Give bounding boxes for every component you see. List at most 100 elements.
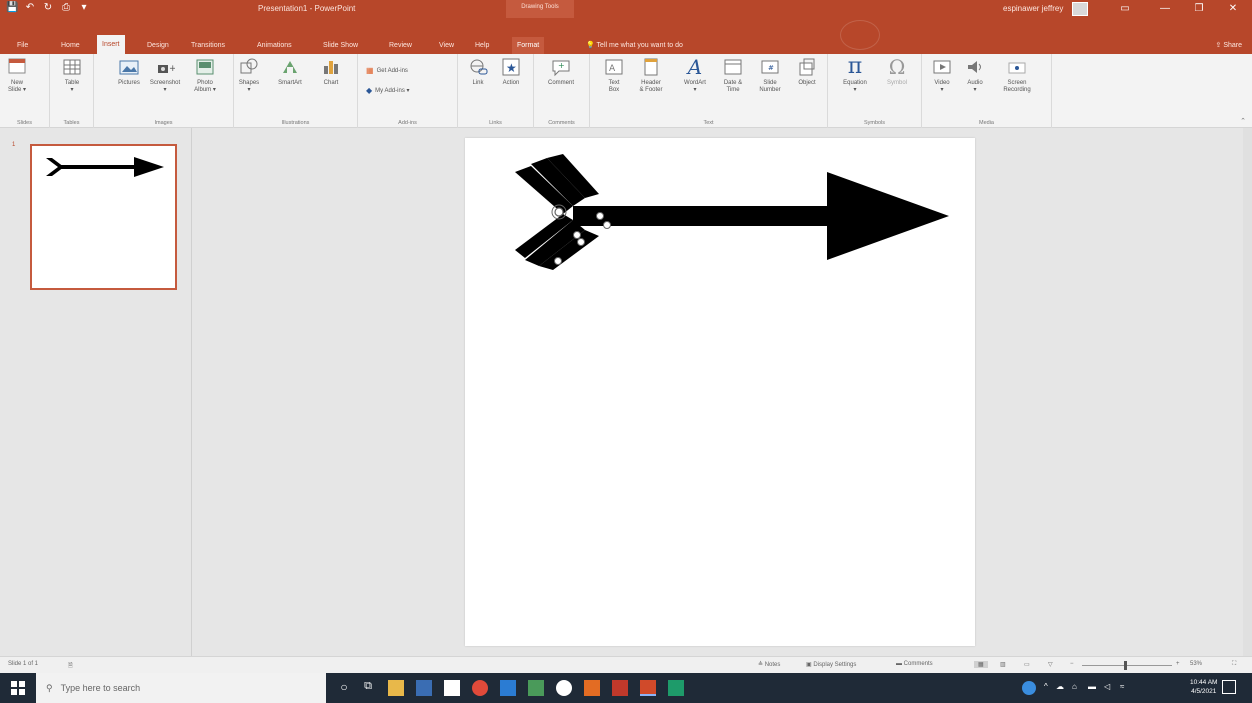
undo-icon[interactable]: ↶ — [24, 1, 36, 15]
text-box-button[interactable]: A Text Box — [602, 56, 626, 94]
tab-animations[interactable]: Animations — [252, 37, 297, 54]
display-settings-button[interactable]: ▣ Display Settings — [806, 661, 856, 668]
header-footer-button[interactable]: Header & Footer — [634, 56, 668, 94]
tab-format[interactable]: Format — [512, 37, 545, 54]
task-view-icon[interactable]: ⧉ — [360, 680, 376, 696]
mail-icon[interactable] — [416, 680, 432, 696]
symbol-button[interactable]: Ω Symbol — [880, 56, 914, 87]
equation-button[interactable]: π Equation ▾ — [838, 56, 872, 94]
tab-file[interactable]: File — [12, 37, 33, 54]
slideshow-view-icon[interactable]: ▽ — [1048, 661, 1053, 668]
cortana-icon[interactable]: ○ — [336, 680, 352, 696]
tab-insert[interactable]: Insert — [97, 35, 125, 54]
tab-view[interactable]: View — [434, 37, 459, 54]
group-comments: + Comment Comments — [534, 54, 590, 128]
table-button[interactable]: Table ▾ — [60, 56, 84, 94]
app-red-icon[interactable] — [612, 680, 628, 696]
network-icon[interactable]: ⌂ — [1072, 682, 1077, 703]
zoom-out-button[interactable]: − — [1070, 661, 1074, 667]
battery-icon[interactable]: ▬ — [1088, 682, 1096, 703]
comments-status-button[interactable]: ▬ Comments — [896, 661, 933, 667]
wordart-button[interactable]: A WordArt ▾ — [678, 56, 712, 94]
tray-chevron-icon[interactable]: ^ — [1044, 682, 1048, 703]
slide-sorter-icon[interactable]: ▥ — [1000, 661, 1006, 668]
onedrive-icon[interactable]: ☁ — [1056, 682, 1064, 703]
shapes-button[interactable]: Shapes ▾ — [234, 56, 264, 94]
comment-button[interactable]: + Comment — [540, 56, 582, 87]
rotation-handle[interactable] — [554, 207, 564, 217]
share-button[interactable]: ⇪ Share — [1216, 37, 1243, 54]
screen-recording-button[interactable]: Screen Recording — [996, 56, 1038, 94]
normal-view-icon[interactable]: ▦ — [974, 661, 988, 668]
zoom-slider-thumb[interactable] — [1124, 661, 1127, 670]
excel-icon[interactable] — [668, 680, 684, 696]
restore-button[interactable]: ❐ — [1184, 0, 1214, 18]
svg-text:+: + — [558, 61, 565, 70]
photo-album-button[interactable]: Photo Album ▾ — [190, 56, 220, 94]
chart-button[interactable]: Chart — [316, 56, 346, 87]
start-button[interactable] — [0, 673, 36, 703]
date-time-button[interactable]: Date & Time — [718, 56, 748, 94]
tab-design[interactable]: Design — [142, 37, 174, 54]
get-addins-button[interactable]: ▦ Get Add-ins — [366, 66, 408, 75]
resize-handle[interactable] — [554, 257, 562, 265]
video-button[interactable]: Video ▾ — [928, 56, 956, 94]
volume-icon[interactable]: ◁ — [1104, 682, 1110, 703]
slide-thumbnail[interactable] — [30, 144, 177, 290]
collapse-ribbon-icon[interactable]: ⌃ — [1240, 117, 1246, 125]
slide-number-button[interactable]: # Slide Number — [754, 56, 786, 94]
screenshot-icon: + — [154, 56, 176, 78]
pictures-button[interactable]: Pictures — [114, 56, 144, 87]
present-icon[interactable]: ⎙ — [60, 1, 72, 15]
my-addins-button[interactable]: ◆ My Add-ins ▾ — [366, 86, 410, 95]
notification-center-icon[interactable] — [1222, 680, 1236, 694]
tab-transitions[interactable]: Transitions — [186, 37, 230, 54]
tab-slide-show[interactable]: Slide Show — [318, 37, 363, 54]
close-button[interactable]: ✕ — [1218, 0, 1248, 18]
tab-help[interactable]: Help — [470, 37, 494, 54]
audio-button[interactable]: Audio ▾ — [962, 56, 988, 94]
taskbar-search-box[interactable]: ⚲ Type here to search — [36, 673, 326, 703]
action-button[interactable]: ★ Action — [496, 56, 526, 87]
file-explorer-icon[interactable] — [388, 680, 404, 696]
smartart-button[interactable]: SmartArt — [272, 56, 308, 87]
ribbon-display-options-icon[interactable]: ▭ — [1110, 0, 1140, 18]
calculator-icon[interactable] — [528, 680, 544, 696]
zoom-level[interactable]: 53% — [1190, 661, 1202, 667]
spellcheck-icon[interactable]: 🗎 — [68, 661, 73, 671]
wifi-icon[interactable]: ≈ — [1120, 682, 1124, 703]
app-circle-icon[interactable] — [556, 680, 572, 696]
redo-icon[interactable]: ↻ — [42, 1, 54, 15]
tray-app-icon[interactable] — [1022, 681, 1036, 695]
zoom-in-button[interactable]: + — [1176, 661, 1180, 667]
tell-me-search[interactable]: 💡 Tell me what you want to do — [586, 37, 683, 54]
resize-handle[interactable] — [603, 221, 611, 229]
object-button[interactable]: Object — [792, 56, 822, 87]
tab-home[interactable]: Home — [56, 37, 85, 54]
avatar[interactable] — [1072, 2, 1088, 16]
reading-view-icon[interactable]: ▭ — [1024, 661, 1030, 668]
zoom-slider[interactable] — [1082, 661, 1172, 670]
office-icon[interactable] — [584, 680, 600, 696]
resize-handle[interactable] — [573, 231, 581, 239]
minimize-button[interactable]: — — [1150, 0, 1180, 18]
chrome-icon[interactable] — [472, 680, 488, 696]
arrow-shape[interactable] — [465, 138, 975, 646]
customize-qat-icon[interactable]: ▾ — [78, 1, 90, 15]
vertical-scrollbar[interactable] — [1243, 128, 1252, 656]
fit-slide-icon[interactable]: ⛶ — [1232, 661, 1236, 668]
slide-canvas[interactable] — [465, 138, 975, 646]
resize-handle[interactable] — [596, 212, 604, 220]
new-slide-button[interactable]: New Slide ▾ — [6, 56, 28, 94]
notes-button[interactable]: ≜ Notes — [758, 661, 780, 668]
link-button[interactable]: Link — [464, 56, 492, 87]
powerpoint-icon[interactable] — [640, 680, 656, 696]
resize-handle[interactable] — [577, 238, 585, 246]
tab-review[interactable]: Review — [384, 37, 417, 54]
amazon-icon[interactable] — [444, 680, 460, 696]
user-name[interactable]: espinawer jeffrey — [1003, 4, 1063, 13]
word-icon[interactable] — [500, 680, 516, 696]
system-clock[interactable]: 10:44 AM 4/5/2021 — [1190, 678, 1217, 696]
screenshot-button[interactable]: + Screenshot ▾ — [147, 56, 183, 94]
save-icon[interactable]: 💾 — [6, 1, 18, 15]
